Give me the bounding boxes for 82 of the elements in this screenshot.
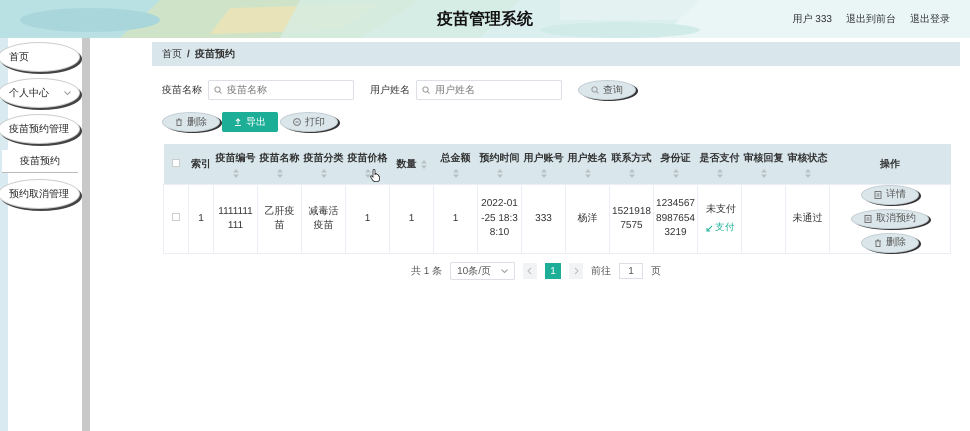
column-header[interactable]: 疫苗分类 <box>302 144 346 184</box>
column-header[interactable]: 是否支付 <box>698 144 742 184</box>
user-label: 用户 333 <box>792 12 832 26</box>
logout-link[interactable]: 退出到前台 <box>846 12 896 26</box>
column-header[interactable]: 数量 <box>390 144 434 184</box>
breadcrumb-separator: / <box>187 48 190 60</box>
page-suffix: 页 <box>651 265 662 278</box>
sort-icon[interactable] <box>672 168 678 178</box>
breadcrumb-link[interactable]: 疫苗预约 <box>194 47 235 61</box>
column-header[interactable]: 用户账号 <box>522 144 566 184</box>
sort-icon[interactable] <box>496 168 502 178</box>
table-cell: 1111111111 <box>214 184 258 254</box>
sort-icon[interactable] <box>628 168 634 178</box>
menu-item[interactable]: 预约取消管理 <box>0 179 80 209</box>
print-button[interactable]: 打印 <box>280 112 338 132</box>
column-header[interactable]: 疫苗名称 <box>258 144 302 184</box>
table-cell: 333 <box>522 184 566 254</box>
page-size-select[interactable]: 10条/页 <box>450 262 516 280</box>
cancel-button[interactable]: 取消预约 <box>851 209 929 229</box>
delete-button[interactable]: 删除 <box>861 233 919 253</box>
column-header: 操作 <box>830 144 950 184</box>
sort-icon[interactable] <box>804 168 810 178</box>
column-header[interactable]: 用户姓名 <box>566 144 610 184</box>
menu-item[interactable]: 首页 <box>0 42 80 72</box>
sort-icon[interactable] <box>540 168 546 178</box>
table-cell: 1 <box>346 184 390 254</box>
field-label: 用户姓名 <box>370 84 410 97</box>
sort-icon[interactable] <box>716 168 722 178</box>
hand-cursor-icon <box>370 169 380 182</box>
search-field[interactable]: 疫苗名称 <box>208 80 354 100</box>
goto-label: 前往 <box>591 264 612 278</box>
document-icon <box>874 191 882 199</box>
column-header[interactable]: 审核状态 <box>786 144 830 184</box>
table-cell: 1 <box>188 184 214 254</box>
sort-icon[interactable] <box>452 168 458 178</box>
column-header[interactable]: 审核回复 <box>742 144 786 184</box>
page-input[interactable]: 1 <box>619 263 644 279</box>
submenu-item[interactable]: 疫苗预约 <box>2 150 78 173</box>
table-cell: 杨洋 <box>566 184 610 254</box>
trash-icon <box>175 118 183 126</box>
document-icon <box>864 215 872 223</box>
table-cell: 1 <box>390 184 434 254</box>
trash-icon <box>874 239 882 247</box>
delete-button[interactable]: 删除 <box>162 112 220 132</box>
sort-icon[interactable] <box>276 168 282 178</box>
payment-status: 未支付 <box>706 202 736 217</box>
table-cell: 2022-01-25 18:38:10 <box>478 184 522 254</box>
menu-item[interactable]: 疫苗预约管理 <box>0 114 80 144</box>
upload-icon <box>234 118 242 126</box>
table-cell: 1 <box>434 184 478 254</box>
table-cell: 减毒活疫苗 <box>302 184 346 254</box>
sort-icon[interactable] <box>760 168 766 178</box>
detail-button[interactable]: 详情 <box>861 185 919 205</box>
search-icon <box>591 86 599 94</box>
column-header[interactable]: 疫苗编号 <box>214 144 258 184</box>
chevron-down-icon <box>64 90 71 96</box>
column-header[interactable]: 总金额 <box>434 144 478 184</box>
sort-icon[interactable] <box>232 168 238 178</box>
table-cell: 15219187575 <box>610 184 654 254</box>
column-header[interactable]: 身份证 <box>654 144 698 184</box>
table-cell: 未通过 <box>786 184 830 254</box>
table-cell: 123456789876543219 <box>654 184 698 254</box>
logout-link[interactable]: 退出登录 <box>910 12 950 26</box>
column-header[interactable]: 疫苗价格 <box>346 144 390 184</box>
search-button[interactable]: 查询 <box>578 80 636 100</box>
chevron-down-icon <box>501 268 508 274</box>
sort-icon[interactable] <box>420 160 426 168</box>
column-header[interactable]: 预约时间 <box>478 144 522 184</box>
search-field[interactable]: 用户姓名 <box>416 80 562 100</box>
table-cell: 乙肝疫苗 <box>258 184 302 254</box>
breadcrumb-link[interactable]: 首页 <box>162 47 182 61</box>
menu-item[interactable]: 个人中心 <box>0 78 80 108</box>
sort-icon[interactable] <box>584 168 590 178</box>
column-header: 索引 <box>188 144 214 184</box>
total-count: 共 1 条 <box>410 264 442 278</box>
field-label: 疫苗名称 <box>162 84 202 97</box>
column-header[interactable]: 联系方式 <box>610 144 654 184</box>
row-checkbox[interactable] <box>172 212 180 221</box>
select-all-checkbox[interactable] <box>172 158 180 166</box>
app-title: 疫苗管理系统 <box>437 9 533 30</box>
sort-icon[interactable] <box>320 168 326 178</box>
link-icon <box>706 224 713 232</box>
